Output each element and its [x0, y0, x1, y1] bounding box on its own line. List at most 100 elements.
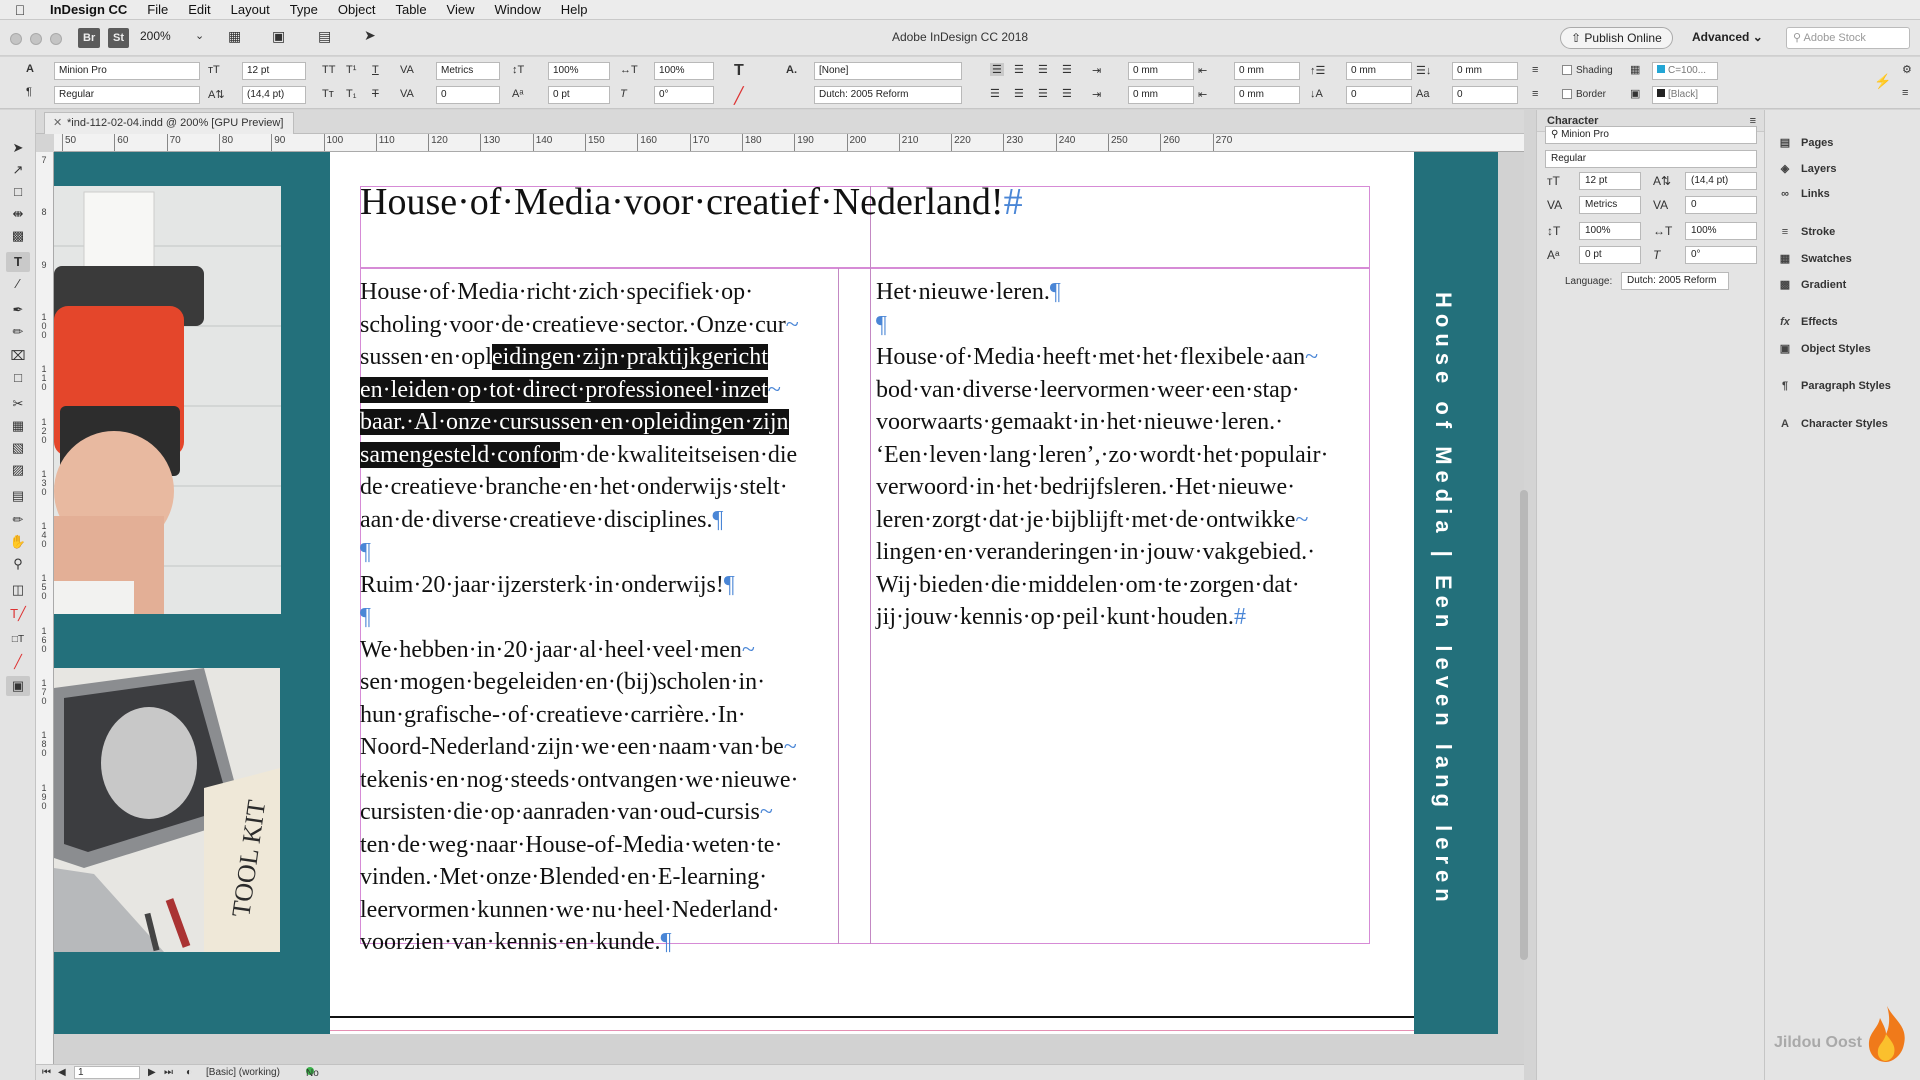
panel-tracking-field[interactable]: 0: [1685, 196, 1757, 214]
page-tool-icon[interactable]: □: [6, 182, 30, 202]
right-indent-field[interactable]: 0 mm: [1234, 62, 1300, 80]
apply-none-icon[interactable]: ╱: [6, 652, 30, 672]
scissors-tool-icon[interactable]: ✂: [6, 394, 30, 414]
arrange-documents-icon[interactable]: ▤: [318, 28, 331, 45]
leading-field[interactable]: (14,4 pt): [242, 86, 306, 104]
selection-tool-icon[interactable]: ➤: [6, 138, 30, 158]
paragraph-mode-icon[interactable]: ¶: [26, 86, 32, 98]
numbered-list-icon[interactable]: ≡: [1532, 88, 1538, 100]
gradient-feather-tool-icon[interactable]: ▨: [6, 460, 30, 480]
close-window-button[interactable]: [10, 33, 22, 45]
vertical-scrollbar[interactable]: [1520, 490, 1528, 960]
first-line-indent-field[interactable]: 0 mm: [1128, 86, 1194, 104]
workspace-switcher[interactable]: Advanced ⌄: [1692, 30, 1763, 44]
screen-mode-icon[interactable]: ▣: [272, 28, 285, 45]
default-fill-stroke-icon[interactable]: ◫: [6, 580, 30, 600]
panel-baseline-shift-field[interactable]: 0 pt: [1579, 246, 1641, 264]
left-indent-field[interactable]: 0 mm: [1128, 62, 1194, 80]
dock-stroke[interactable]: ≡ Stroke: [1777, 226, 1835, 238]
underline-icon[interactable]: T: [372, 64, 379, 76]
formatting-affects-text-icon[interactable]: □T: [6, 630, 30, 650]
menu-type[interactable]: Type: [280, 2, 328, 17]
gap-tool-icon[interactable]: ⇼: [6, 204, 30, 224]
last-page-icon[interactable]: ⏭: [164, 1066, 173, 1080]
small-caps-icon[interactable]: Tт: [322, 88, 334, 100]
border-swatch-dropdown[interactable]: [Black]: [1652, 86, 1718, 104]
vertical-scale-field[interactable]: 100%: [548, 62, 610, 80]
zoom-tool-icon[interactable]: ⚲: [6, 554, 30, 574]
page-heading[interactable]: House·of·Media·voor·creatief·Nederland!#: [360, 180, 1023, 224]
settings-gear-icon[interactable]: ⚙: [1902, 63, 1912, 76]
hand-tool-icon[interactable]: ✋: [6, 532, 30, 552]
align-towards-spine-icon[interactable]: ☰: [1062, 63, 1072, 76]
character-style-dropdown[interactable]: [None]: [814, 62, 962, 80]
menu-window[interactable]: Window: [485, 2, 551, 17]
dock-gradient[interactable]: ▩ Gradient: [1777, 278, 1846, 291]
apple-icon[interactable]: : [0, 2, 40, 18]
stock-search-input[interactable]: ⚲ Adobe Stock: [1786, 27, 1910, 49]
preflight-icon[interactable]: ◐: [186, 1066, 192, 1080]
panel-font-family-field[interactable]: ⚲ Minion Pro: [1545, 126, 1757, 144]
panel-language-dropdown[interactable]: Dutch: 2005 Reform: [1621, 272, 1729, 290]
baseline-shift-field[interactable]: 0 pt: [548, 86, 610, 104]
horizontal-scale-field[interactable]: 100%: [654, 62, 714, 80]
language-dropdown[interactable]: Dutch: 2005 Reform: [814, 86, 962, 104]
menu-file[interactable]: File: [137, 2, 178, 17]
eyedropper-tool-icon[interactable]: ✏: [6, 510, 30, 530]
minimize-window-button[interactable]: [30, 33, 42, 45]
close-tab-icon[interactable]: ✕: [53, 113, 62, 133]
panel-menu-icon[interactable]: ≡: [1902, 87, 1908, 99]
stock-button[interactable]: St: [108, 28, 129, 48]
dock-swatches[interactable]: ▦ Swatches: [1777, 252, 1852, 265]
panel-skew-field[interactable]: 0°: [1685, 246, 1757, 264]
note-tool-icon[interactable]: ▤: [6, 486, 30, 506]
panel-vertical-scale-field[interactable]: 100%: [1579, 222, 1641, 240]
dock-object-styles[interactable]: ▣ Object Styles: [1777, 342, 1871, 355]
vertical-ruler[interactable]: 7 8 9 1 0 0 1 1 0 1 2 0 1 3 0 1 4 0 1 5 0 1 6 0 1 …: [36, 152, 54, 1064]
menu-object[interactable]: Object: [328, 2, 386, 17]
last-line-indent-field[interactable]: 0 mm: [1234, 86, 1300, 104]
all-caps-icon[interactable]: TT: [322, 64, 335, 76]
stroke-none-icon[interactable]: ╱: [734, 86, 744, 106]
horizontal-ruler[interactable]: 50 60 70 80 90 100 110 120 130 140 150 160 170 180 190…: [54, 134, 1524, 152]
fill-type-icon[interactable]: T: [734, 62, 744, 80]
bulleted-list-icon[interactable]: ≡: [1532, 64, 1538, 76]
free-transform-tool-icon[interactable]: ▦: [6, 416, 30, 436]
column1-paragraph1[interactable]: House·of·Media·richt·zich·specifiek·op· …: [360, 276, 799, 959]
pen-tool-icon[interactable]: ✒: [6, 300, 30, 320]
border-checkbox[interactable]: Border: [1562, 89, 1606, 100]
previous-page-icon[interactable]: ◀: [58, 1066, 66, 1080]
document-canvas[interactable]: TOOL KIT House of Media | Een leven lang…: [54, 152, 1524, 1064]
panel-leading-field[interactable]: (14,4 pt): [1685, 172, 1757, 190]
type-tool-icon[interactable]: T: [6, 252, 30, 272]
document-tab[interactable]: ✕ *ind-112-02-04.indd @ 200% [GPU Previe…: [44, 112, 295, 134]
menu-app-name[interactable]: InDesign CC: [40, 2, 137, 17]
typewriter-photo[interactable]: [54, 186, 281, 614]
superscript-icon[interactable]: T¹: [346, 64, 356, 76]
panel-kerning-field[interactable]: Metrics: [1579, 196, 1641, 214]
dock-character-styles[interactable]: A Character Styles: [1777, 418, 1888, 430]
menu-table[interactable]: Table: [385, 2, 436, 17]
fill-stroke-swatch-icon[interactable]: T╱: [6, 604, 30, 624]
menu-view[interactable]: View: [437, 2, 485, 17]
subscript-icon[interactable]: T₁: [346, 88, 356, 100]
gpu-performance-icon[interactable]: ➤: [364, 27, 376, 44]
space-after-field[interactable]: 0 mm: [1452, 62, 1518, 80]
menu-help[interactable]: Help: [551, 2, 598, 17]
bottom-rule-line[interactable]: [330, 1016, 1414, 1018]
panel-font-style-field[interactable]: Regular: [1545, 150, 1757, 168]
zoom-level-dropdown[interactable]: 200%: [140, 29, 171, 43]
justify-right-icon[interactable]: ☰: [1038, 87, 1048, 100]
content-collector-icon[interactable]: ▩: [6, 226, 30, 246]
font-size-field[interactable]: 12 pt: [242, 62, 306, 80]
next-page-icon[interactable]: ▶: [148, 1066, 156, 1080]
dock-pages[interactable]: ▤ Pages: [1777, 136, 1834, 149]
quick-apply-icon[interactable]: ⚡: [1874, 73, 1891, 90]
screen-mode-normal-icon[interactable]: ▣: [6, 676, 30, 696]
menu-edit[interactable]: Edit: [178, 2, 220, 17]
pencil-tool-icon[interactable]: ✏: [6, 322, 30, 342]
kerning-field[interactable]: Metrics: [436, 62, 500, 80]
panel-size-field[interactable]: 12 pt: [1579, 172, 1641, 190]
view-options-icon[interactable]: ▦: [228, 28, 241, 45]
bridge-button[interactable]: Br: [78, 28, 101, 48]
